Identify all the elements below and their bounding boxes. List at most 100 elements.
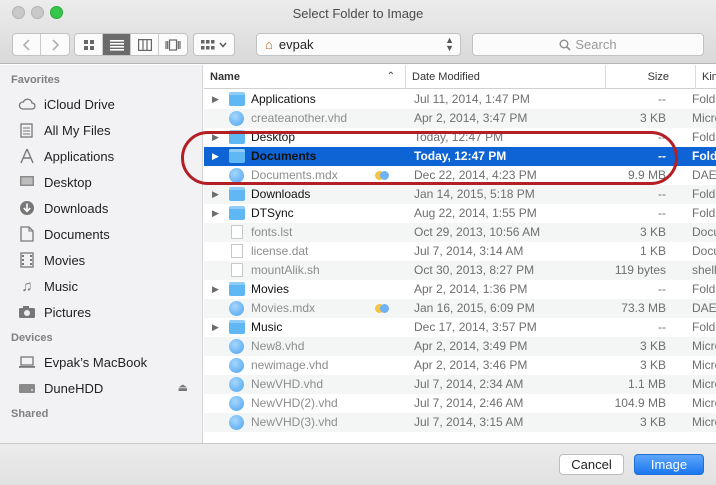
home-folder-icon: ⌂ (265, 37, 273, 52)
file-date-modified: Jan 14, 2015, 5:18 PM (414, 187, 535, 201)
movies-icon (18, 252, 36, 268)
file-name: Documents (251, 149, 317, 163)
file-date-modified: Apr 2, 2014, 3:49 PM (414, 339, 528, 353)
disclosure-triangle-icon[interactable]: ▶ (212, 318, 219, 337)
file-kind: Folder (692, 187, 716, 201)
disclosure-triangle-icon[interactable]: ▶ (212, 147, 219, 166)
folder-icon (229, 187, 245, 201)
updown-chevron-icon: ▲ ▼ (445, 35, 454, 53)
sidebar-item-music[interactable]: ♫ Music (0, 273, 202, 299)
file-name: NewVHD.vhd (251, 377, 324, 391)
disclosure-triangle-icon[interactable]: ▶ (212, 280, 219, 299)
column-date-label: Date Modified (412, 71, 480, 83)
file-row[interactable]: ▶ Desktop Today, 12:47 PM -- Folder (204, 128, 716, 147)
desktop-icon (18, 174, 36, 190)
column-header-size[interactable]: Size (606, 65, 696, 89)
search-field[interactable]: Search (472, 33, 704, 56)
sidebar-item-downloads[interactable]: Downloads (0, 195, 202, 221)
file-date-modified: Jul 7, 2014, 3:15 AM (414, 415, 524, 429)
file-row[interactable]: ▶ Documents Today, 12:47 PM -- Folder (204, 147, 716, 166)
location-label: evpak (278, 37, 314, 52)
sidebar: Favorites iCloud Drive All My Files Applic… (0, 65, 203, 443)
chevron-left-icon (22, 38, 30, 51)
file-rows: ▶ Applications Jul 11, 2014, 1:47 PM -- Fold… (204, 90, 716, 432)
file-row[interactable]: ▶ Downloads Jan 14, 2015, 5:18 PM -- Folder (204, 185, 716, 204)
file-date-modified: Apr 2, 2014, 3:47 PM (414, 111, 528, 125)
search-icon (559, 39, 571, 51)
disclosure-triangle-icon[interactable]: ▶ (212, 90, 219, 109)
disclosure-triangle-icon[interactable]: ▶ (212, 204, 219, 223)
search-placeholder: Search (575, 37, 617, 52)
file-row[interactable]: Documents.mdx Dec 22, 2014, 4:23 PM 9.9 MB… (204, 166, 716, 185)
file-kind: Folder (692, 92, 716, 106)
sidebar-item-icloud-drive[interactable]: iCloud Drive (0, 91, 202, 117)
file-row[interactable]: NewVHD(3).vhd Jul 7, 2014, 3:15 AM 3 KB Mic… (204, 413, 716, 432)
disk-image-icon (229, 301, 244, 316)
file-row[interactable]: fonts.lst Oct 29, 2013, 10:56 AM 3 KB Docum… (204, 223, 716, 242)
file-date-modified: Oct 29, 2013, 10:56 AM (414, 225, 541, 239)
back-button[interactable] (13, 34, 41, 55)
disclosure-triangle-icon[interactable]: ▶ (212, 128, 219, 147)
sidebar-device-evpak-s-macbook[interactable]: Evpak’s MacBook (0, 349, 202, 375)
sidebar-item-pictures[interactable]: Pictures (0, 299, 202, 325)
file-name: Downloads (251, 187, 311, 201)
list-view-button[interactable] (103, 34, 131, 55)
file-row[interactable]: mountAlik.sh Oct 30, 2013, 8:27 PM 119 byt… (204, 261, 716, 280)
file-size: -- (658, 149, 666, 163)
file-row[interactable]: license.dat Jul 7, 2014, 3:14 AM 1 KB Docum… (204, 242, 716, 261)
file-row[interactable]: ▶ DTSync Aug 22, 2014, 1:55 PM -- Folder (204, 204, 716, 223)
sidebar-item-applications[interactable]: Applications (0, 143, 202, 169)
location-popup[interactable]: ⌂ evpak ▲ ▼ (256, 33, 461, 56)
sidebar-item-label: Desktop (44, 174, 92, 190)
file-kind: Folder (692, 130, 716, 144)
sidebar-item-movies[interactable]: Movies (0, 247, 202, 273)
file-size: -- (658, 320, 666, 334)
sidebar-item-documents[interactable]: Documents (0, 221, 202, 247)
folder-icon (229, 92, 245, 106)
file-row[interactable]: newimage.vhd Apr 2, 2014, 3:46 PM 3 KB Micr… (204, 356, 716, 375)
file-size: 3 KB (639, 415, 666, 429)
devices-heading: Devices (11, 332, 53, 344)
all-files-icon (18, 122, 36, 138)
file-row[interactable]: createanother.vhd Apr 2, 2014, 3:47 PM 3 K… (204, 109, 716, 128)
file-size: 3 KB (639, 358, 666, 372)
chevron-down-icon (219, 42, 227, 48)
eject-icon[interactable]: ⏏ (178, 381, 188, 394)
file-row[interactable]: New8.vhd Apr 2, 2014, 3:49 PM 3 KB Microsof… (204, 337, 716, 356)
file-row[interactable]: ▶ Movies Apr 2, 2014, 1:36 PM -- Folder (204, 280, 716, 299)
document-icon (231, 225, 243, 239)
view-mode-control (74, 33, 188, 56)
file-row[interactable]: ▶ Applications Jul 11, 2014, 1:47 PM -- Fold… (204, 90, 716, 109)
file-row[interactable]: ▶ Music Dec 17, 2014, 3:57 PM -- Folder (204, 318, 716, 337)
icon-view-button[interactable] (75, 34, 103, 55)
column-header-date[interactable]: Date Modified (406, 65, 606, 89)
column-header-bar: Name ⌃ Date Modified Size Kind (204, 65, 716, 89)
column-view-button[interactable] (131, 34, 159, 55)
forward-button[interactable] (41, 34, 69, 55)
sidebar-item-label: Evpak’s MacBook (44, 354, 148, 370)
window-title: Select Folder to Image (292, 6, 424, 21)
sidebar-device-dunehdd[interactable]: DuneHDD ⏏ (0, 375, 202, 401)
arrange-button[interactable] (193, 33, 235, 56)
file-kind: Microsoft (692, 377, 716, 391)
file-row[interactable]: NewVHD(2).vhd Jul 7, 2014, 2:46 AM 104.9 M… (204, 394, 716, 413)
downloads-icon (18, 200, 36, 216)
file-row[interactable]: NewVHD.vhd Jul 7, 2014, 2:34 AM 1.1 MB Micr… (204, 375, 716, 394)
image-button[interactable]: Image (634, 454, 704, 475)
sidebar-item-label: Movies (44, 252, 86, 268)
file-row[interactable]: Movies.mdx Jan 16, 2015, 6:09 PM 73.3 MB DA… (204, 299, 716, 318)
file-name: NewVHD(2).vhd (251, 396, 338, 410)
folder-icon (229, 130, 245, 144)
disclosure-triangle-icon[interactable]: ▶ (212, 185, 219, 204)
file-date-modified: Jul 7, 2014, 3:14 AM (414, 244, 524, 258)
column-header-kind[interactable]: Kind (696, 65, 716, 89)
file-date-modified: Jul 7, 2014, 2:46 AM (414, 396, 524, 410)
dialog-button-bar: Cancel Image (0, 443, 716, 485)
file-kind: Microsoft (692, 396, 716, 410)
cancel-button[interactable]: Cancel (559, 454, 624, 475)
list-icon (109, 39, 124, 51)
column-header-name[interactable]: Name ⌃ (204, 65, 406, 89)
sidebar-item-all-my-files[interactable]: All My Files (0, 117, 202, 143)
coverflow-view-button[interactable] (159, 34, 187, 55)
sidebar-item-desktop[interactable]: Desktop (0, 169, 202, 195)
